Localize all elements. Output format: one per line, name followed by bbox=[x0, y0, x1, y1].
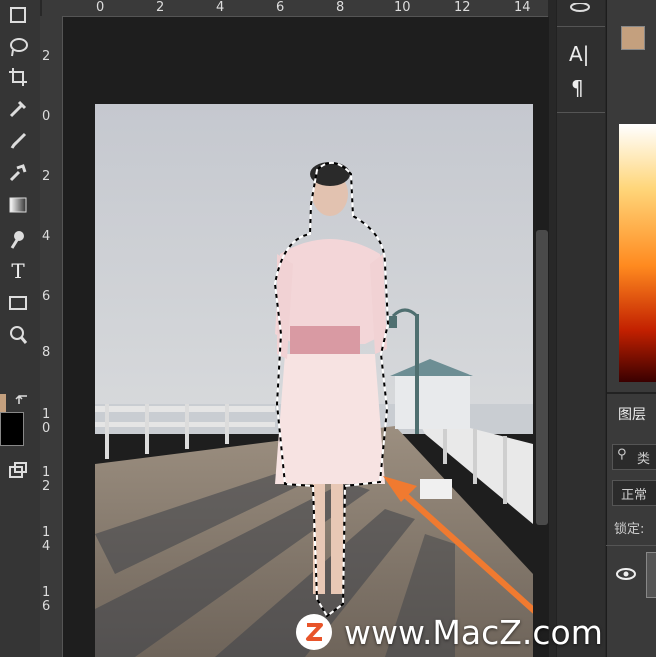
swap-colors-icon[interactable] bbox=[10, 390, 38, 416]
divider bbox=[606, 545, 656, 546]
background-color-swatch[interactable] bbox=[0, 412, 24, 446]
ruler-mark: 1 2 bbox=[42, 465, 51, 494]
pier-photo-image bbox=[95, 104, 533, 657]
vertical-scrollbar[interactable] bbox=[536, 230, 548, 525]
ruler-mark: 6 bbox=[276, 0, 285, 15]
vertical-ruler: 2 0 2 4 6 8 1 0 1 2 1 4 1 6 bbox=[40, 16, 63, 657]
stamp-tool-icon[interactable] bbox=[4, 160, 32, 186]
layers-tab-label: 图层 bbox=[618, 407, 646, 423]
dodge-tool-icon[interactable] bbox=[4, 226, 32, 252]
layer-visibility-eye-icon[interactable] bbox=[616, 566, 636, 582]
ruler-mark: 2 bbox=[42, 49, 51, 64]
ruler-mark: 8 bbox=[336, 0, 345, 15]
screen-mode-icon[interactable] bbox=[4, 458, 32, 484]
divider bbox=[607, 392, 656, 394]
brush-tool-icon[interactable] bbox=[4, 128, 32, 154]
eyedropper-tool-icon[interactable] bbox=[4, 96, 32, 122]
color-picker-field[interactable] bbox=[619, 124, 656, 382]
foreground-color-chip[interactable] bbox=[621, 26, 645, 50]
horizontal-ruler: 0 2 4 6 8 10 12 14 bbox=[42, 0, 548, 17]
ruler-mark: 10 bbox=[394, 0, 411, 15]
ruler-mark: 2 bbox=[42, 169, 51, 184]
filter-kind-label: 类 bbox=[637, 452, 651, 467]
rectangle-tool-icon[interactable] bbox=[4, 290, 32, 316]
watermark-text: www.MacZ.com bbox=[344, 612, 603, 652]
ruler-mark: 1 0 bbox=[42, 407, 51, 436]
gradient-tool-icon[interactable] bbox=[4, 192, 32, 218]
macz-logo-icon bbox=[296, 614, 332, 650]
text-tool-glyph: T bbox=[11, 259, 25, 283]
ruler-mark: 6 bbox=[42, 289, 51, 304]
crop-tool-icon[interactable] bbox=[4, 64, 32, 90]
ruler-mark: 8 bbox=[42, 345, 51, 360]
tools-panel: T bbox=[0, 0, 40, 657]
text-tool-icon[interactable]: T bbox=[4, 258, 32, 284]
layers-tab[interactable]: 图层 bbox=[610, 400, 656, 428]
search-icon: ⚲ bbox=[617, 447, 627, 462]
ruler-mark: 4 bbox=[42, 229, 51, 244]
ruler-mark: 1 4 bbox=[42, 525, 51, 554]
panel-icon[interactable] bbox=[567, 0, 593, 12]
character-panel-icon[interactable]: A| bbox=[569, 42, 589, 66]
paragraph-panel-icon[interactable]: ¶ bbox=[571, 76, 584, 100]
zoom-tool-icon[interactable] bbox=[4, 322, 32, 348]
collapsed-panels-strip: A| ¶ bbox=[556, 0, 605, 657]
ruler-mark: 0 bbox=[42, 109, 51, 124]
lock-label: 锁定: bbox=[614, 522, 645, 537]
artboard-tool-icon[interactable] bbox=[4, 2, 32, 28]
divider bbox=[557, 26, 605, 27]
blend-mode-select[interactable]: 正常 bbox=[612, 480, 656, 506]
ruler-mark: 4 bbox=[216, 0, 225, 15]
pier-photo[interactable] bbox=[95, 104, 533, 657]
layer-filter-search[interactable]: ⚲ 类 bbox=[612, 444, 656, 470]
ruler-mark: 2 bbox=[156, 0, 165, 15]
ruler-mark: 12 bbox=[454, 0, 471, 15]
ruler-mark: 14 bbox=[514, 0, 531, 15]
ruler-mark: 0 bbox=[96, 0, 105, 15]
lasso-tool-icon[interactable] bbox=[4, 34, 32, 60]
divider bbox=[557, 112, 605, 113]
watermark: www.MacZ.com bbox=[296, 608, 603, 656]
blend-mode-value: 正常 bbox=[621, 488, 648, 503]
layer-thumbnail[interactable] bbox=[646, 552, 656, 598]
foreground-color-swatch[interactable] bbox=[0, 394, 6, 414]
ruler-mark: 1 6 bbox=[42, 585, 51, 614]
